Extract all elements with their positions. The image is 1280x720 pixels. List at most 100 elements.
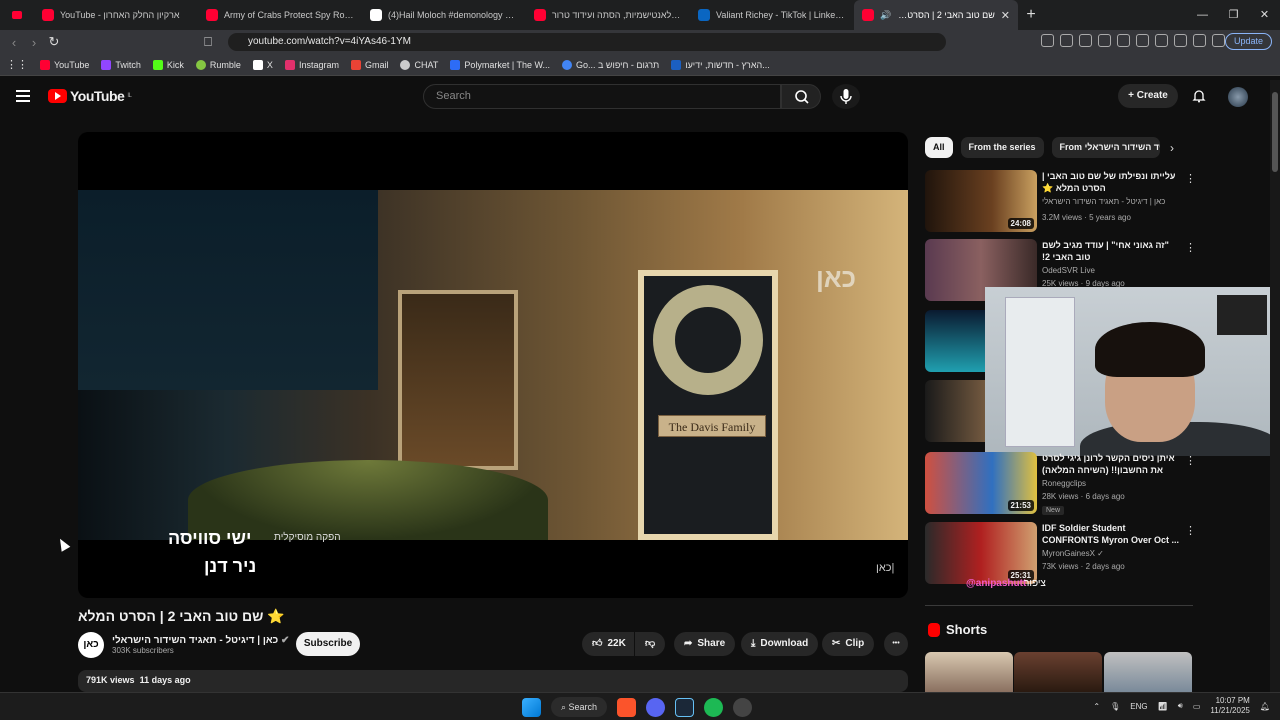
notifications-bell-icon[interactable] [1192,89,1206,103]
extension-icon[interactable] [1060,34,1073,47]
chevron-right-icon[interactable]: › [1170,141,1174,155]
page-scrollbar[interactable] [1270,80,1280,692]
chip-all[interactable]: All [925,137,953,158]
search-input[interactable]: Search [423,84,781,109]
url-field[interactable]: youtube.com/watch?v=4iYAs46-1YM [228,33,946,51]
voice-search-button[interactable] [832,84,860,109]
hamburger-menu-icon[interactable] [16,90,30,105]
bookmark-x[interactable]: X [247,59,279,70]
settings-gear-icon[interactable] [733,697,752,717]
close-tab-icon[interactable]: ✕ [1001,9,1010,22]
dislike-button[interactable]: 👎︎ [635,632,665,656]
youtube-icon [534,9,546,21]
browser-tab[interactable]: YouTube - ארקיון החלק האחרון [34,0,198,30]
door-plate: The Davis Family [658,415,766,437]
download-button[interactable]: ⤓ Download [741,632,819,656]
create-button[interactable]: + Create [1118,84,1178,108]
channel-name[interactable]: כאן | דיגיטל - תאגיד השידור הישראלי ✔ [112,635,289,646]
minimize-icon[interactable]: — [1187,0,1218,30]
battery-icon[interactable]: ▭ [1193,702,1201,711]
chip-from-channel[interactable]: From תאגיד השידור הישראלי [1051,137,1160,158]
video-title: שם טוב האבי 2 | הסרט המלא ⭐ [78,608,285,624]
credit-name-2: ניר דנן [204,556,257,576]
windows-start-icon[interactable] [522,697,541,717]
language-indicator[interactable]: ENG [1130,702,1147,711]
scissors-icon: ✂ [832,638,841,649]
bookmark-haaretz[interactable]: הארץ - חדשות, ידיעו... [665,59,776,70]
more-vert-icon[interactable]: ⋮ [1185,172,1196,185]
chevron-up-icon[interactable]: ⌃ [1093,702,1100,711]
forward-icon[interactable]: › [24,35,44,50]
browser-tab[interactable]: (4)Hail Moloch #demonology #datun [362,0,526,30]
shorts-header: Shorts [928,622,987,637]
notifications-icon[interactable]: 🔔︎ [1260,702,1270,711]
browser-tab-active[interactable]: 🔊שם טוב האבי 2 | הסרט המלא✕ [854,0,1018,30]
reload-icon[interactable]: ↻ [44,34,64,50]
youtube-logo[interactable]: YouTube IL [48,88,132,104]
spotify-icon[interactable] [704,697,723,717]
browser-tab[interactable]: Valiant Richey - TikTok | LinkedIn [690,0,854,30]
update-button[interactable]: Update [1224,33,1272,50]
subscribe-button[interactable]: Subscribe [296,632,360,656]
new-tab-button[interactable]: + [1018,6,1044,24]
short-thumbnail[interactable] [925,652,1013,692]
share-button[interactable]: ➦ Share [674,632,736,656]
volume-icon[interactable]: 🔊︎ [1178,701,1183,711]
recommended-video[interactable]: 21:53 איתן ניסים הקשר לרונן גיגי לסרט את… [925,452,1196,516]
restore-icon[interactable]: ❐ [1218,0,1249,30]
microphone-icon[interactable]: 🎙︎ [1110,702,1120,711]
recommended-video[interactable]: 25:31 IDF Soldier Student CONFRONTS Myro… [925,522,1196,586]
extension-icon[interactable] [1155,34,1168,47]
bookmark-rumble[interactable]: Rumble [190,59,247,70]
back-icon[interactable]: ‹ [4,35,24,50]
apps-grid-icon[interactable]: ⋮⋮ [0,58,34,71]
subscriber-count: 303K subscribers [112,646,174,655]
shorts-icon [928,622,940,637]
taskbar-search-button[interactable]: ⌕ Search [551,697,607,717]
more-vert-icon[interactable]: ⋮ [1185,241,1196,254]
extension-icon[interactable] [1041,34,1054,47]
recommended-video[interactable]: 24:08 עלייתו ונפילתו של שם טוב האבי | הס… [925,170,1196,234]
bookmark-chat[interactable]: CHAT [394,59,444,70]
more-vert-icon[interactable]: ⋮ [1185,454,1196,467]
extension-icon[interactable] [1079,34,1092,47]
description-box[interactable]: 791K views 11 days ago [78,670,908,692]
bookmark-twitch[interactable]: Twitch [95,59,147,70]
short-thumbnail[interactable] [1104,652,1192,692]
bookmark-google-translate[interactable]: Go... תרגום - חיפוש ב [556,59,665,70]
discord-icon[interactable] [646,697,665,717]
steam-icon[interactable] [675,697,694,717]
speaker-icon[interactable]: 🔊 [880,10,891,21]
extension-icon[interactable] [1212,34,1225,47]
browser-tab[interactable]: Army of Crabs Protect Spy Robot Fro [198,0,362,30]
extension-icon[interactable] [1098,34,1111,47]
browser-tab[interactable]: כמה לאנטישמיות, הסתה ועידוד טרור [526,0,690,30]
chip-from-series[interactable]: From the series [960,137,1044,158]
search-icon: ⌕ [560,702,569,712]
mouse-cursor [55,536,71,552]
like-button[interactable]: 👍︎ 22K [582,632,634,656]
bookmark-gmail[interactable]: Gmail [345,59,395,70]
extension-icon[interactable] [1193,34,1206,47]
bookmark-instagram[interactable]: Instagram [279,59,345,70]
bookmark-kick[interactable]: Kick [147,59,190,70]
more-vert-icon[interactable]: ⋮ [1185,524,1196,537]
wifi-icon[interactable]: 📶︎ [1158,702,1168,711]
user-avatar[interactable] [1228,87,1248,107]
brave-browser-icon[interactable] [617,697,636,717]
short-thumbnail[interactable] [1014,652,1102,692]
extension-icon[interactable] [1117,34,1130,47]
youtube-icon[interactable] [0,0,34,30]
close-window-icon[interactable]: ✕ [1249,0,1280,30]
bookmark-polymarket[interactable]: Polymarket | The W... [444,59,556,70]
clock[interactable]: 10:07 PM 11/21/2025 [1210,696,1249,716]
channel-avatar[interactable]: כאן [78,632,104,658]
extension-icon[interactable] [1174,34,1187,47]
search-button[interactable] [781,84,821,109]
clip-button[interactable]: ✂ Clip [822,632,875,656]
video-player[interactable]: The Davis Family כאן הפקה מוסיקלית ישי ס… [78,132,908,598]
bookmark-youtube[interactable]: YouTube [34,59,95,70]
more-actions-button[interactable]: ••• [884,632,908,656]
extension-icon[interactable] [1136,34,1149,47]
bookmark-icon[interactable]: ⎕ [198,34,218,50]
